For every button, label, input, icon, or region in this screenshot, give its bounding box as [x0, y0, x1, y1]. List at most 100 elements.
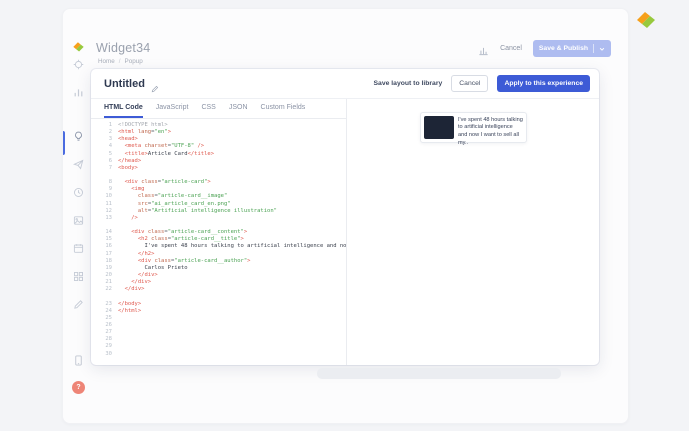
code-line[interactable]: 12 alt="Artificial intelligence illustra…: [91, 208, 346, 215]
line-content: [118, 222, 346, 229]
line-content: </div>: [118, 286, 346, 293]
tab-custom-fields[interactable]: Custom Fields: [261, 99, 306, 118]
line-number: 8: [91, 179, 118, 186]
code-line[interactable]: 20 </div>: [91, 272, 346, 279]
line-number: 21: [91, 279, 118, 286]
line-content: [118, 329, 346, 336]
line-content: <div class="article-card__author">: [118, 258, 346, 265]
line-content: I've spent 48 hours talking to artificia…: [118, 243, 346, 250]
image-icon[interactable]: [73, 215, 84, 226]
code-line[interactable]: [91, 172, 346, 179]
code-line[interactable]: 23</body>: [91, 301, 346, 308]
line-content: <div class="article-card__content">: [118, 229, 346, 236]
line-number: 17: [91, 251, 118, 258]
clock-icon[interactable]: [73, 187, 84, 198]
breadcrumb-home[interactable]: Home: [98, 58, 115, 65]
mobile-preview-icon[interactable]: [73, 353, 84, 364]
chevron-down-icon[interactable]: [599, 46, 605, 52]
code-line[interactable]: 13 />: [91, 215, 346, 222]
code-line[interactable]: 1<!DOCTYPE html>: [91, 122, 346, 129]
lightbulb-icon[interactable]: [73, 131, 84, 142]
line-content: </div>: [118, 272, 346, 279]
editor-modal: Untitled Save layout to library Cancel A…: [91, 69, 599, 365]
line-content: src="ai_article_card_en.png": [118, 201, 346, 208]
save-publish-button[interactable]: Save & Publish: [533, 40, 611, 57]
crosshair-icon[interactable]: [73, 59, 84, 70]
tab-css[interactable]: CSS: [201, 99, 215, 118]
breadcrumb-separator: /: [119, 58, 121, 65]
code-line[interactable]: 17 </h2>: [91, 251, 346, 258]
app-window: ? Widget34 Home / Popup Cancel Save & Pu…: [62, 8, 629, 424]
topbar-actions: Cancel Save & Publish: [478, 40, 611, 57]
line-number: 3: [91, 136, 118, 143]
line-content: [118, 343, 346, 350]
code-line[interactable]: 3<head>: [91, 136, 346, 143]
code-line[interactable]: 19 Carlos Prieto: [91, 265, 346, 272]
code-line[interactable]: 24</html>: [91, 308, 346, 315]
grid-icon[interactable]: [73, 271, 84, 282]
code-line[interactable]: 29: [91, 343, 346, 350]
code-line[interactable]: 18 <div class="article-card__author">: [91, 258, 346, 265]
code-editor[interactable]: 1<!DOCTYPE html>2<html lang="en">3<head>…: [91, 119, 346, 365]
line-number: 29: [91, 343, 118, 350]
code-line[interactable]: 8 <div class="article-card">: [91, 179, 346, 186]
code-line[interactable]: 2<html lang="en">: [91, 129, 346, 136]
modal-actions: Save layout to library Cancel Apply to t…: [374, 75, 590, 92]
line-number: 7: [91, 165, 118, 172]
code-line[interactable]: 5 <title>Article Card</title>: [91, 151, 346, 158]
line-number: 1: [91, 122, 118, 129]
code-line[interactable]: 27: [91, 329, 346, 336]
line-number: 25: [91, 315, 118, 322]
code-line[interactable]: 22 </div>: [91, 286, 346, 293]
code-line[interactable]: 4 <meta charset="UTF-8" />: [91, 143, 346, 150]
code-line[interactable]: 14 <div class="article-card__content">: [91, 229, 346, 236]
paper-plane-icon[interactable]: [73, 159, 84, 170]
calendar-icon[interactable]: [73, 243, 84, 254]
code-line[interactable]: 10 class="article-card__image": [91, 193, 346, 200]
stats-icon[interactable]: [478, 43, 489, 54]
tab-json[interactable]: JSON: [229, 99, 248, 118]
code-line[interactable]: [91, 222, 346, 229]
line-content: <h2 class="article-card__title">: [118, 236, 346, 243]
code-line[interactable]: 6</head>: [91, 158, 346, 165]
line-number: 10: [91, 193, 118, 200]
line-content: </head>: [118, 158, 346, 165]
code-line[interactable]: 21 </div>: [91, 279, 346, 286]
save-layout-link[interactable]: Save layout to library: [374, 80, 443, 87]
line-number: 4: [91, 143, 118, 150]
page-title: Widget34: [96, 41, 150, 55]
code-line[interactable]: 16 I've spent 48 hours talking to artifi…: [91, 243, 346, 250]
line-number: 24: [91, 308, 118, 315]
line-number: 18: [91, 258, 118, 265]
bar-chart-icon[interactable]: [73, 87, 84, 98]
line-number: 6: [91, 158, 118, 165]
article-preview-text: I've spent 48 hours talking to artificia…: [458, 117, 523, 148]
tab-html-code[interactable]: HTML Code: [104, 99, 143, 118]
line-content: </body>: [118, 301, 346, 308]
background-content-bar: [317, 368, 561, 379]
topbar-cancel-button[interactable]: Cancel: [500, 45, 522, 52]
edit-title-icon[interactable]: [151, 80, 159, 88]
line-number: 9: [91, 186, 118, 193]
line-content: <meta charset="UTF-8" />: [118, 143, 346, 150]
line-content: />: [118, 215, 346, 222]
line-number: [91, 172, 118, 179]
code-line[interactable]: 11 src="ai_article_card_en.png": [91, 201, 346, 208]
code-line[interactable]: 26: [91, 322, 346, 329]
pencil-icon[interactable]: [73, 299, 84, 310]
code-line[interactable]: 7<body>: [91, 165, 346, 172]
code-line[interactable]: 9 <img: [91, 186, 346, 193]
line-number: 11: [91, 201, 118, 208]
modal-cancel-button[interactable]: Cancel: [451, 75, 488, 92]
code-line[interactable]: 25: [91, 315, 346, 322]
line-content: Carlos Prieto: [118, 265, 346, 272]
sidebar: ?: [63, 9, 93, 423]
code-line[interactable]: 28: [91, 336, 346, 343]
help-badge-icon[interactable]: ?: [72, 381, 85, 394]
tab-javascript[interactable]: JavaScript: [156, 99, 189, 118]
breadcrumb-popup[interactable]: Popup: [125, 58, 143, 65]
code-line[interactable]: 15 <h2 class="article-card__title">: [91, 236, 346, 243]
code-line[interactable]: 30: [91, 351, 346, 358]
code-line[interactable]: [91, 293, 346, 300]
apply-button[interactable]: Apply to this experience: [497, 75, 590, 92]
